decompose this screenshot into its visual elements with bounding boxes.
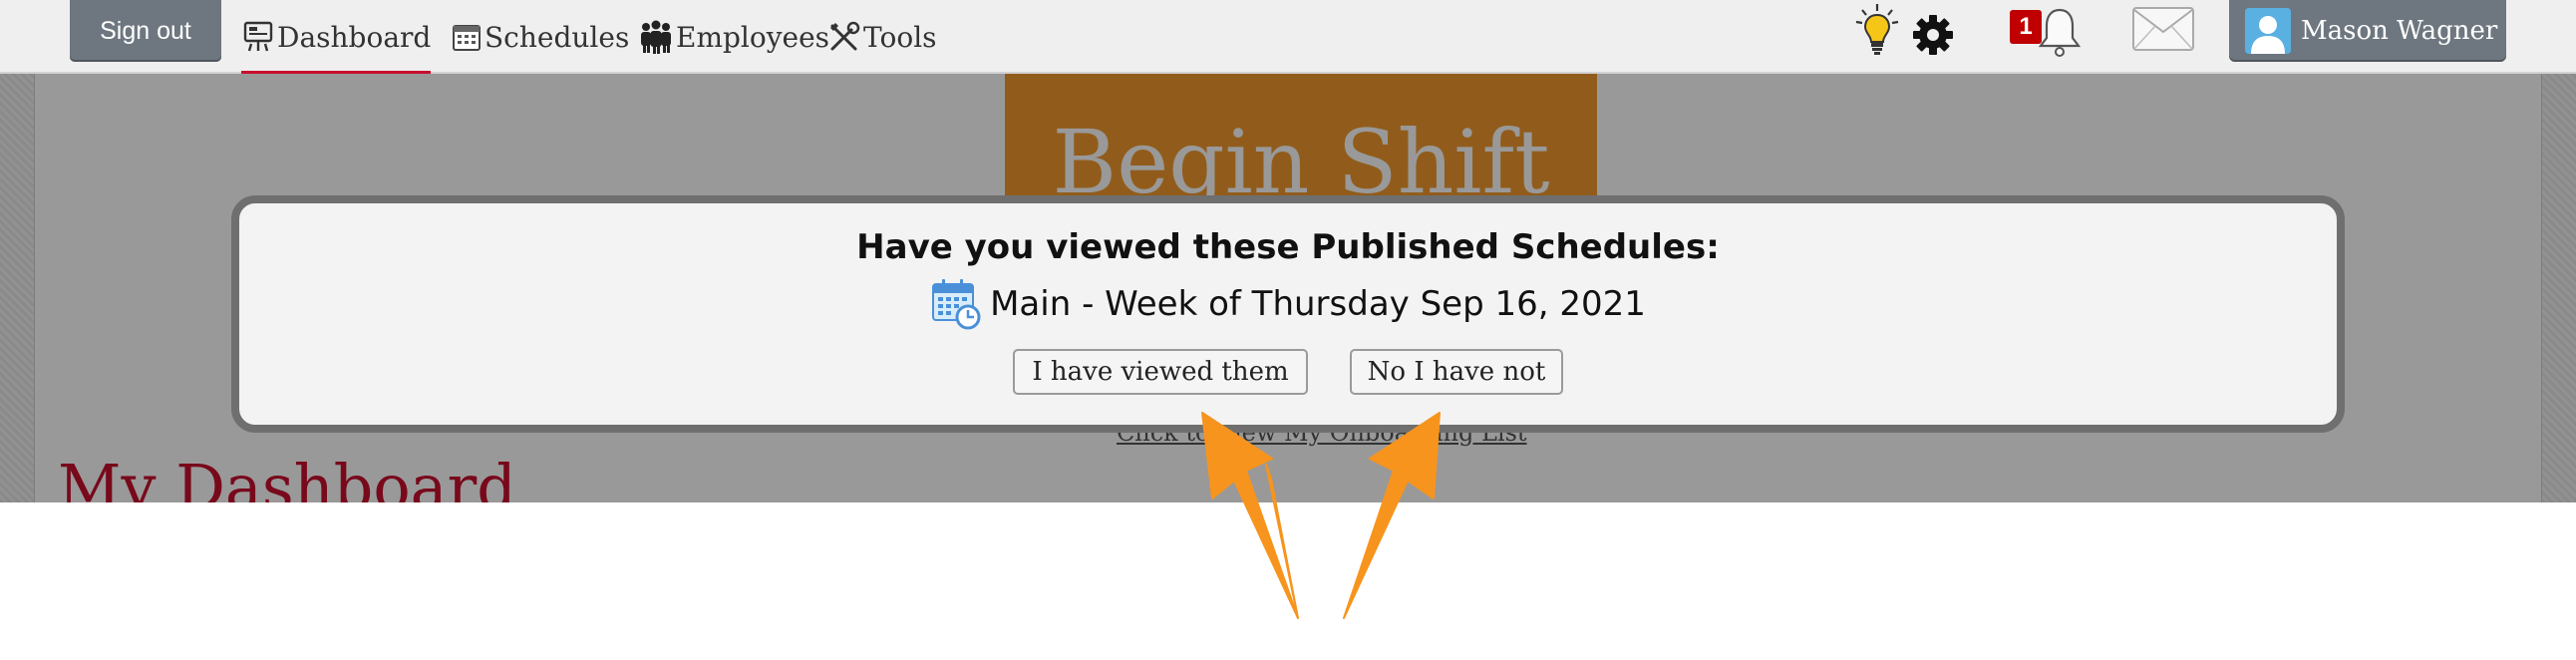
user-name: Mason Wagner [2301, 16, 2498, 46]
sign-out-button[interactable]: Sign out [70, 0, 221, 62]
published-schedules-dialog: Have you viewed these Published Schedule… [231, 195, 2345, 433]
viewed-them-button[interactable]: I have viewed them [1013, 349, 1308, 395]
nav-tools-label: Tools [863, 20, 937, 54]
schedule-item: Main - Week of Thursday Sep 16, 2021 [239, 277, 2337, 331]
nav-employees-label: Employees [676, 20, 830, 54]
user-menu[interactable]: Mason Wagner [2229, 0, 2506, 62]
have-not-viewed-button[interactable]: No I have not [1350, 349, 1563, 395]
nav-schedules-label: Schedules [484, 20, 630, 54]
calendar-clock-icon [930, 277, 982, 331]
dialog-title: Have you viewed these Published Schedule… [856, 227, 1720, 267]
nav-tools[interactable]: Tools [827, 0, 937, 74]
nav-schedules[interactable]: Schedules [451, 0, 629, 74]
people-icon [638, 20, 674, 54]
tools-icon [827, 20, 861, 54]
lightbulb-icon[interactable] [1852, 2, 1902, 58]
mail-icon[interactable] [2131, 6, 2195, 52]
top-navigation-bar: Sign out Dashboard Schedules Employees T… [0, 0, 2576, 76]
nav-employees[interactable]: Employees [638, 0, 829, 74]
schedule-name: Main - Week of Thursday Sep 16, 2021 [990, 284, 1646, 324]
notification-badge: 1 [2010, 10, 2042, 44]
avatar [2245, 8, 2291, 54]
gear-icon[interactable] [1910, 12, 1956, 58]
calendar-icon [451, 21, 483, 53]
nav-dashboard[interactable]: Dashboard [241, 0, 432, 76]
dashboard-icon [241, 20, 275, 54]
nav-dashboard-label: Dashboard [277, 20, 432, 54]
